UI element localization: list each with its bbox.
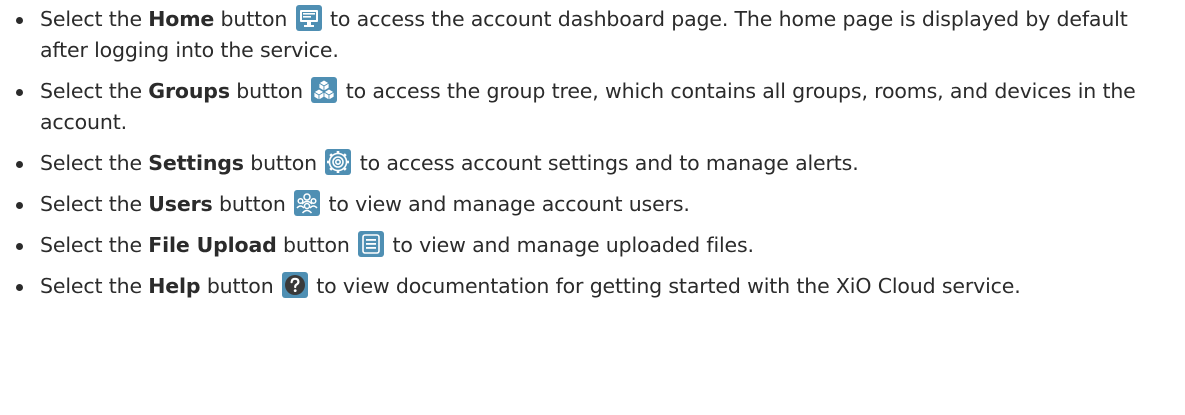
item-prefix: Select the [40,79,149,103]
list-item-help: Select the Help button to view documenta… [0,271,1185,302]
item-mid: button [212,192,286,216]
item-prefix: Select the [40,274,149,298]
item-prefix: Select the [40,192,149,216]
item-prefix: Select the [40,151,149,175]
list-item-groups: Select the Groups button to access the g… [0,76,1185,138]
list-item-file-upload: Select the File Upload button to view an… [0,230,1185,261]
list-item-home: Select the Home button to access the acc… [0,0,1185,66]
bullet [16,17,23,24]
file-list-icon [358,231,385,257]
bullet [16,284,23,291]
bullet [16,202,23,209]
item-suffix: to view and manage account users. [322,192,690,216]
item-button-name: Users [148,192,213,216]
bullet [16,89,23,96]
item-mid: button [243,151,317,175]
item-button-name: Home [148,7,215,31]
item-suffix: to access account settings and to manage… [353,151,859,175]
question-circle-icon [281,272,308,298]
item-prefix: Select the [40,233,149,257]
item-mid: button [214,7,288,31]
users-icon [294,190,321,216]
bullet [16,243,23,250]
item-button-name: Groups [148,79,230,103]
monitor-icon [295,5,322,31]
item-mid: button [229,79,303,103]
cubes-icon [311,77,338,103]
item-suffix: to view and manage uploaded files. [386,233,755,257]
item-suffix: to view documentation for getting starte… [309,274,1021,298]
list-item-users: Select the Users button to view and mana… [0,189,1185,220]
bullet [16,161,23,168]
list-item-settings: Select the Settings button to access acc… [0,148,1185,179]
item-prefix: Select the [40,7,149,31]
item-mid: button [276,233,350,257]
item-button-name: File Upload [148,233,277,257]
item-mid: button [200,274,274,298]
feature-button-list: Select the Home button to access the acc… [0,0,1185,302]
gear-icon [325,149,352,175]
item-button-name: Help [148,274,201,298]
item-button-name: Settings [148,151,244,175]
